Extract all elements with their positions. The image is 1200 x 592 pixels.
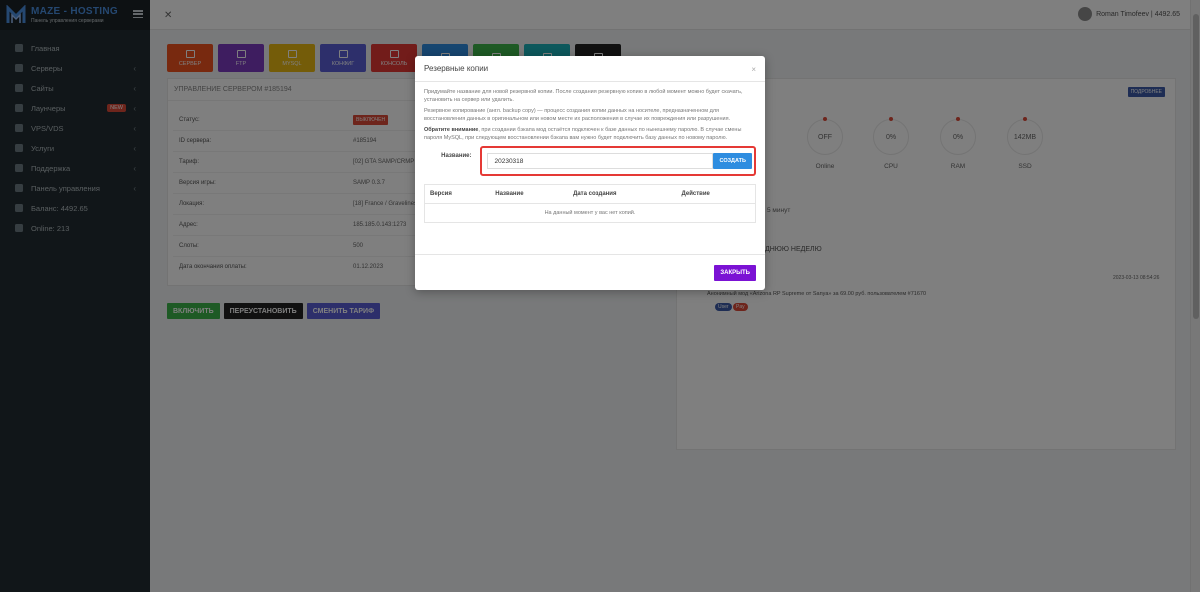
backup-name-row: Название: СОЗДАТЬ (424, 146, 756, 176)
close-modal-button[interactable]: ЗАКРЫТЬ (714, 265, 756, 281)
table-header-row: Версия Название Дата создания Действие (424, 184, 756, 204)
modal-title: Резервные копии (424, 64, 489, 73)
create-backup-button[interactable]: СОЗДАТЬ (713, 153, 752, 169)
highlight-box: СОЗДАТЬ (480, 146, 756, 176)
close-icon[interactable]: × (751, 65, 756, 74)
modal-intro-text: Придумайте название для новой резервной … (424, 89, 743, 103)
backup-name-input[interactable] (487, 153, 714, 169)
name-label: Название: (441, 153, 472, 159)
modal-header: Резервные копии × (415, 56, 765, 82)
column-header-date: Дата создания (568, 184, 677, 204)
modal-body: Придумайте название для новой резервной … (415, 82, 765, 223)
column-header-version: Версия (424, 184, 491, 204)
table-row: На данный момент у вас нет копий. (425, 204, 756, 223)
backup-modal: Резервные копии × Придумайте название дл… (415, 56, 765, 290)
modal-definition-text: Резервное копирование (англ. backup copy… (424, 108, 731, 122)
backup-table: Версия Название Дата создания Действие Н… (424, 184, 756, 223)
empty-table-text: На данный момент у вас нет копий. (544, 210, 636, 216)
warning-bold: Обратите внимание (424, 127, 479, 133)
modal-warning-text: Обратите внимание, при создании бэкапа м… (424, 126, 756, 142)
column-header-action: Действие (676, 184, 756, 204)
modal-footer: ЗАКРЫТЬ (415, 254, 765, 290)
column-header-name: Название (490, 184, 569, 204)
